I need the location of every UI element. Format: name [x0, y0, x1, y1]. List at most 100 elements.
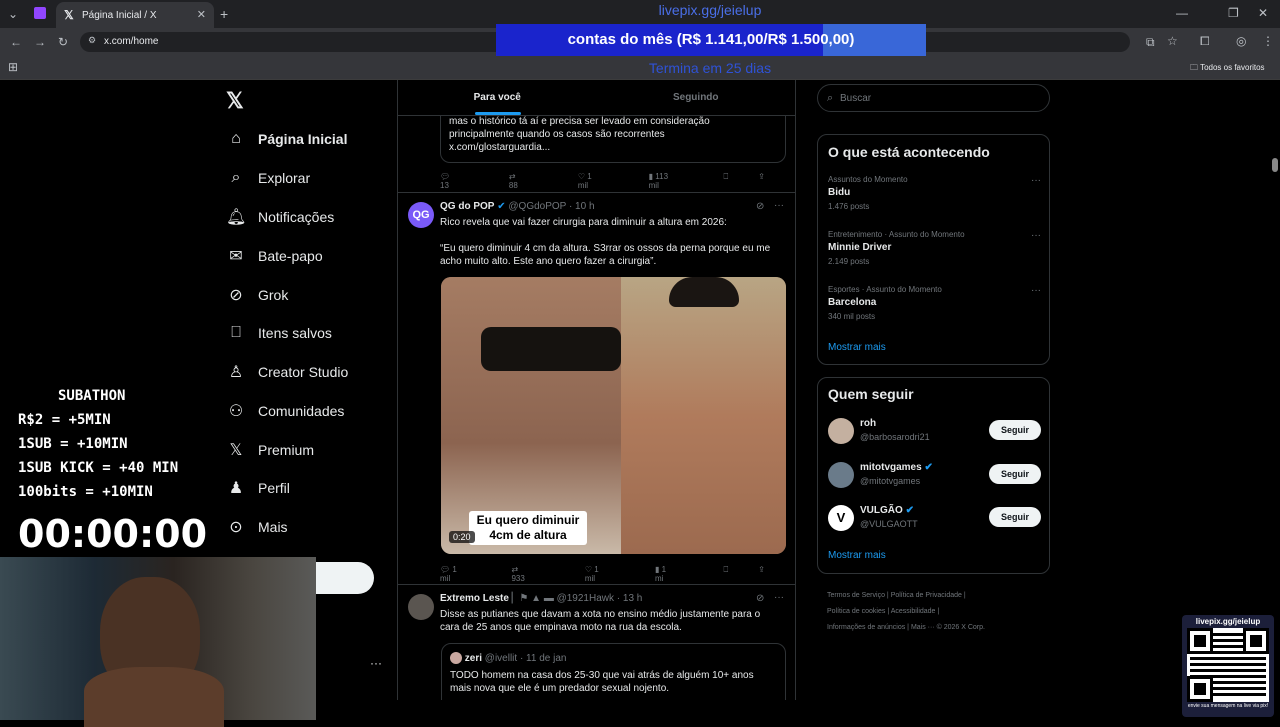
footer-link[interactable]: Informações de anúncios — [827, 624, 905, 631]
trend-more-icon[interactable]: ··· — [1031, 175, 1041, 186]
share-icon[interactable]: ⇪ — [758, 565, 765, 583]
share-icon[interactable]: ⇪ — [758, 172, 765, 190]
footer-link[interactable]: Acessibilidade — [891, 608, 936, 615]
folder-icon: 🗀 — [1190, 63, 1201, 72]
quoted-header: zeri @ivellit · 11 de jan — [450, 652, 777, 665]
nav-home[interactable]: ⌂ Página Inicial — [226, 128, 347, 150]
search-field[interactable]: ⌕ Buscar — [817, 84, 1050, 112]
follow-suggestion[interactable]: mitotvgames ✔ @mitotvgames Seguir — [818, 460, 1049, 496]
window-close-icon[interactable]: ✕ — [1258, 7, 1268, 19]
close-icon[interactable]: ✕ — [197, 8, 206, 21]
trend-more-icon[interactable]: ··· — [1031, 285, 1041, 296]
show-more-link[interactable]: Mostrar mais — [828, 550, 886, 561]
follow-button[interactable]: Seguir — [989, 420, 1041, 440]
all-bookmarks[interactable]: 🗀 Todos os favoritos — [1190, 62, 1265, 76]
trend-item[interactable]: Assuntos do Momento Bidu 1.476 posts ··· — [818, 173, 1049, 225]
trend-item[interactable]: Esportes · Assunto do Momento Barcelona … — [818, 283, 1049, 335]
retweet-button[interactable]: ⇄ 933 — [511, 565, 554, 583]
tweet-text-line: Disse as putianes que davam a xota no en… — [440, 609, 761, 620]
quoted-tweet-card[interactable]: zeri @ivellit · 11 de jan TODO homem na … — [441, 643, 786, 700]
trend-context: Assuntos do Momento — [828, 175, 908, 184]
author-name[interactable]: QG do POP — [440, 201, 494, 212]
reply-count: 1 mil — [440, 565, 457, 583]
author-handle[interactable]: @1921Hawk · 13 h — [557, 593, 643, 604]
overlay-livepix-link: livepix.gg/jeielup — [658, 2, 762, 18]
subathon-line: 1SUB KICK = +40 MIN — [18, 460, 179, 476]
forward-icon[interactable]: → — [34, 36, 46, 48]
footer-link[interactable]: Política de cookies — [827, 608, 885, 615]
reload-icon[interactable]: ↻ — [58, 36, 68, 48]
trend-more-icon[interactable]: ··· — [1031, 230, 1041, 241]
author-handle[interactable]: @QGdoPOP · 10 h — [508, 201, 594, 212]
grok-tweet-icon[interactable]: ⊘ — [756, 593, 764, 604]
author-name[interactable]: Extremo Leste — [440, 593, 509, 604]
tweet-video[interactable]: Eu quero diminuir 4cm de altura 0:20 — [441, 277, 786, 554]
quoted-avatar — [450, 652, 462, 665]
tweet-more-icon[interactable]: ··· — [774, 592, 784, 603]
footer-link[interactable]: Mais ··· — [911, 624, 935, 631]
bookmark-star-icon[interactable]: ☆ — [1167, 35, 1178, 47]
avatar[interactable] — [408, 594, 434, 620]
account-more-icon[interactable]: ··· — [370, 656, 382, 670]
install-app-icon[interactable]: ⧉ — [1146, 36, 1155, 48]
maximize-icon[interactable]: ❐ — [1228, 7, 1239, 19]
tab-for-you[interactable]: Para você — [398, 80, 597, 115]
views-button[interactable]: ▮ 1 mi — [655, 565, 693, 583]
nav-profile[interactable]: ♟ Perfil — [226, 477, 290, 499]
quoted-tweet-card[interactable]: mas o histórico tá aí e precisa ser leva… — [440, 115, 786, 163]
avatar[interactable]: QG — [408, 202, 434, 228]
like-button[interactable]: ♡ 1 mil — [578, 172, 619, 190]
profile-icon[interactable]: ◎ — [1236, 35, 1246, 47]
view-count: 113 mil — [648, 172, 669, 190]
follow-suggestion[interactable]: roh @barbosarodri21 Seguir — [818, 416, 1049, 452]
retweet-button[interactable]: ⇄ 88 — [509, 172, 548, 190]
trend-item[interactable]: Entretenimento · Assunto do Momento Minn… — [818, 228, 1049, 280]
like-button[interactable]: ♡ 1 mil — [585, 565, 625, 583]
nav-saved[interactable]: ⎕ Itens salvos — [226, 322, 332, 344]
reply-button[interactable]: 💬︎ 1 mil — [440, 565, 481, 583]
tab-x-home[interactable]: 𝕏 Página Inicial / X ✕ — [56, 2, 214, 28]
back-icon[interactable]: ← — [10, 36, 22, 48]
site-info-icon[interactable]: ⚙ — [88, 36, 96, 45]
tweet-text: Disse as putianes que davam a xota no en… — [440, 608, 790, 634]
bookmark-icon[interactable]: ⎕ — [723, 172, 728, 190]
extensions-icon[interactable]: ⧠ — [1200, 35, 1210, 47]
page-scrollbar-thumb[interactable] — [1272, 158, 1278, 172]
footer-link[interactable]: Termos de Serviço — [827, 592, 885, 599]
timeline: Para você Seguindo mas o histórico tá aí… — [397, 80, 796, 700]
nav-creator-studio[interactable]: ♙ Creator Studio — [226, 361, 348, 383]
tab-search-icon[interactable]: ⌄ — [8, 8, 18, 20]
apps-icon[interactable]: ⊞ — [8, 61, 18, 73]
new-tab-icon[interactable]: + — [220, 7, 228, 21]
suggestion-name: roh — [860, 418, 877, 429]
nav-more[interactable]: ⊙ Mais — [226, 516, 287, 538]
views-button[interactable]: ▮ 113 mil — [649, 172, 694, 190]
minimize-icon[interactable]: — — [1176, 7, 1188, 19]
twitch-tab-icon[interactable] — [34, 7, 46, 19]
nav-explore[interactable]: ⌕ Explorar — [226, 167, 311, 189]
bookmark-icon[interactable]: ⎕ — [723, 565, 728, 583]
grok-tweet-icon[interactable]: ⊘ — [756, 201, 764, 212]
nav-premium[interactable]: 𝕏 Premium — [226, 439, 314, 461]
show-more-link[interactable]: Mostrar mais — [828, 342, 886, 353]
nav-notifications[interactable]: 🔔︎ Notificações — [226, 206, 334, 228]
livepix-qr-overlay: livepix.gg/jeielup envie sua mensagem na… — [1182, 615, 1274, 717]
tweet-more-icon[interactable]: ··· — [774, 200, 784, 211]
x-logo-icon[interactable]: 𝕏 — [226, 88, 244, 114]
nav-grok[interactable]: ⊘ Grok — [226, 284, 288, 306]
tab-following[interactable]: Seguindo — [597, 80, 796, 115]
hair-shape — [669, 277, 739, 307]
nav-communities[interactable]: ⚇ Comunidades — [226, 400, 345, 422]
copyright: © 2026 X Corp. — [936, 624, 985, 631]
menu-icon[interactable]: ⋮ — [1262, 35, 1274, 47]
person-icon: ♟ — [228, 480, 244, 497]
qr-title: livepix.gg/jeielup — [1195, 617, 1261, 626]
follow-button[interactable]: Seguir — [989, 507, 1041, 527]
follow-button[interactable]: Seguir — [989, 464, 1041, 484]
reply-button[interactable]: 💬︎ 13 — [440, 172, 479, 190]
reply-count: 13 — [440, 181, 449, 190]
follow-suggestion[interactable]: V VULGÃO ✔ @VULGAOTT Seguir — [818, 503, 1049, 539]
footer-link[interactable]: Política de Privacidade — [891, 592, 962, 599]
subathon-timer: 00:00:00 — [18, 512, 208, 556]
nav-chat[interactable]: ✉ Bate-papo — [226, 245, 322, 267]
